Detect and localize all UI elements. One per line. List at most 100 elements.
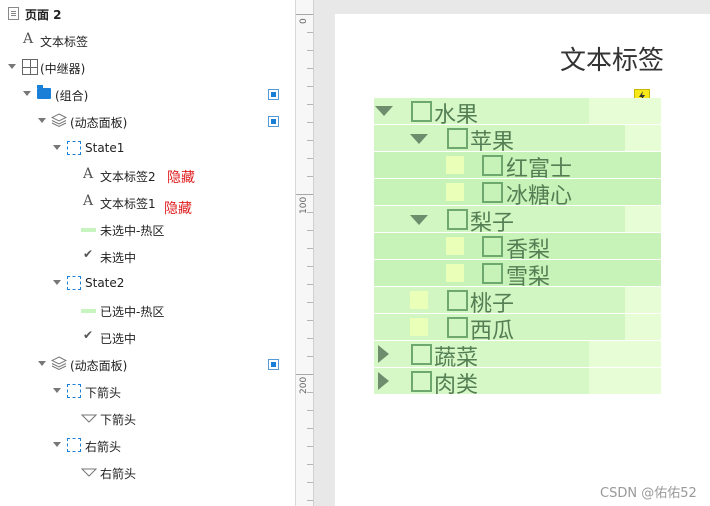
indent-placeholder — [446, 264, 464, 282]
layers-icon — [51, 356, 67, 371]
chevron-down-icon[interactable] — [53, 388, 61, 393]
visibility-badge-icon[interactable] — [268, 359, 279, 370]
expand-arrow-icon[interactable] — [378, 345, 389, 363]
outline-item-dynamic-panel-2[interactable]: (动态面板) — [0, 351, 295, 378]
outline-item-label: 右箭头 — [100, 467, 137, 481]
chevron-down-icon[interactable] — [8, 64, 16, 69]
checkbox[interactable] — [447, 317, 468, 338]
ruler-tick — [307, 212, 313, 213]
outline-item-label: (动态面板) — [70, 359, 128, 373]
ruler-tick — [307, 392, 313, 393]
outline-item-label: 右箭头 — [85, 440, 122, 454]
outline-item-right-arrow[interactable]: 右箭头 — [0, 459, 295, 486]
checkbox[interactable] — [411, 371, 432, 392]
checkbox[interactable] — [447, 290, 468, 311]
visibility-badge-icon[interactable] — [268, 116, 279, 127]
hidden-note: 隐藏 — [167, 170, 195, 186]
outline-item-state1[interactable]: State1 — [0, 135, 295, 162]
ruler-tick — [307, 122, 313, 123]
ruler-tick — [307, 302, 313, 303]
outline-item-unselected-hotspot[interactable]: 未选中-热区 — [0, 216, 295, 243]
ruler-tick — [307, 50, 313, 51]
ruler-tick — [307, 32, 313, 33]
ruler-tick — [307, 500, 313, 501]
folder-icon — [37, 85, 51, 99]
outline-item-label: (组合) — [55, 89, 89, 103]
checkbox[interactable] — [482, 155, 503, 176]
collapse-arrow-icon[interactable] — [410, 134, 428, 144]
outline-item-page2[interactable]: 页面 2 — [0, 0, 295, 27]
chevron-down-icon[interactable] — [38, 361, 46, 366]
collapse-arrow-icon[interactable] — [410, 215, 428, 225]
tree-row-fill — [589, 368, 661, 394]
checkbox[interactable] — [411, 344, 432, 365]
ruler-tick — [307, 284, 313, 285]
ruler-tick — [296, 194, 313, 195]
ruler-tick — [296, 374, 313, 375]
ruler-tick — [307, 446, 313, 447]
chevron-down-icon[interactable] — [38, 118, 46, 123]
tree-row-fill — [589, 98, 661, 124]
tree-row-fill — [625, 287, 661, 313]
tree-row-fill — [625, 314, 661, 340]
checkbox[interactable] — [482, 182, 503, 203]
ruler-tick — [307, 464, 313, 465]
checkbox[interactable] — [447, 209, 468, 230]
outline-item-label: 页面 2 — [25, 8, 62, 22]
tree-row-fill — [589, 341, 661, 367]
hotspot-icon — [81, 228, 96, 232]
outline-item-selected-hotspot[interactable]: 已选中-热区 — [0, 297, 295, 324]
outline-item-selected[interactable]: ✔ 已选中 — [0, 324, 295, 351]
outline-item-dynamic-panel[interactable]: (动态面板) — [0, 108, 295, 135]
chevron-down-icon[interactable] — [53, 145, 61, 150]
ruler-label: 0 — [299, 18, 309, 24]
outline-item-down-arrow-state[interactable]: 下箭头 — [0, 378, 295, 405]
chevron-down-icon[interactable] — [53, 280, 61, 285]
state-icon — [67, 276, 81, 290]
hotspot-icon — [81, 309, 96, 313]
checkbox[interactable] — [482, 236, 503, 257]
outline-panel: 页面 2 A 文本标签 (中继器) (组合) (动态面板) State1 A 文… — [0, 0, 296, 506]
ruler-tick — [307, 104, 313, 105]
checkbox[interactable] — [411, 101, 432, 122]
outline-item-group[interactable]: (组合) — [0, 81, 295, 108]
outline-item-label: 已选中 — [100, 332, 137, 346]
checkbox[interactable] — [482, 263, 503, 284]
ruler-tick — [307, 158, 313, 159]
outline-item-repeater[interactable]: (中继器) — [0, 54, 295, 81]
checkbox[interactable] — [447, 128, 468, 149]
watermark: CSDN @佑佑52 — [600, 486, 697, 501]
ruler-tick — [307, 68, 313, 69]
ruler-tick — [307, 140, 313, 141]
indent-placeholder — [446, 183, 464, 201]
collapse-arrow-icon[interactable] — [375, 106, 393, 116]
outline-item-text-label[interactable]: A 文本标签 — [0, 27, 295, 54]
page-icon — [8, 7, 19, 20]
outline-item-text-label1[interactable]: A 文本标签1 — [0, 189, 295, 216]
ruler-tick — [307, 86, 313, 87]
outline-item-unselected[interactable]: ✔ 未选中 — [0, 243, 295, 270]
indent-placeholder — [410, 318, 428, 336]
ruler-tick — [307, 410, 313, 411]
outline-item-label: 文本标签1 — [100, 197, 156, 211]
expand-arrow-icon[interactable] — [378, 372, 389, 390]
outline-item-label: 已选中-热区 — [100, 305, 165, 319]
tree-row — [374, 368, 589, 394]
chevron-down-icon[interactable] — [23, 91, 31, 96]
visibility-badge-icon[interactable] — [268, 89, 279, 100]
ruler-tick — [307, 356, 313, 357]
outline-item-down-arrow[interactable]: 下箭头 — [0, 405, 295, 432]
outline-item-label: (动态面板) — [70, 116, 128, 130]
vertical-ruler: 0 100 200 — [296, 0, 314, 506]
outline-item-state2[interactable]: State2 — [0, 270, 295, 297]
outline-item-label: 未选中-热区 — [100, 224, 165, 238]
indent-placeholder — [446, 156, 464, 174]
tree-row — [374, 341, 589, 367]
ruler-tick — [307, 230, 313, 231]
check-icon: ✔ — [83, 247, 94, 261]
canvas-title-label[interactable]: 文本标签 — [560, 40, 664, 77]
outline-item-right-arrow-state[interactable]: 右箭头 — [0, 432, 295, 459]
chevron-down-icon[interactable] — [53, 442, 61, 447]
ruler-tick — [307, 248, 313, 249]
outline-item-text-label2[interactable]: A 文本标签2 — [0, 162, 295, 189]
